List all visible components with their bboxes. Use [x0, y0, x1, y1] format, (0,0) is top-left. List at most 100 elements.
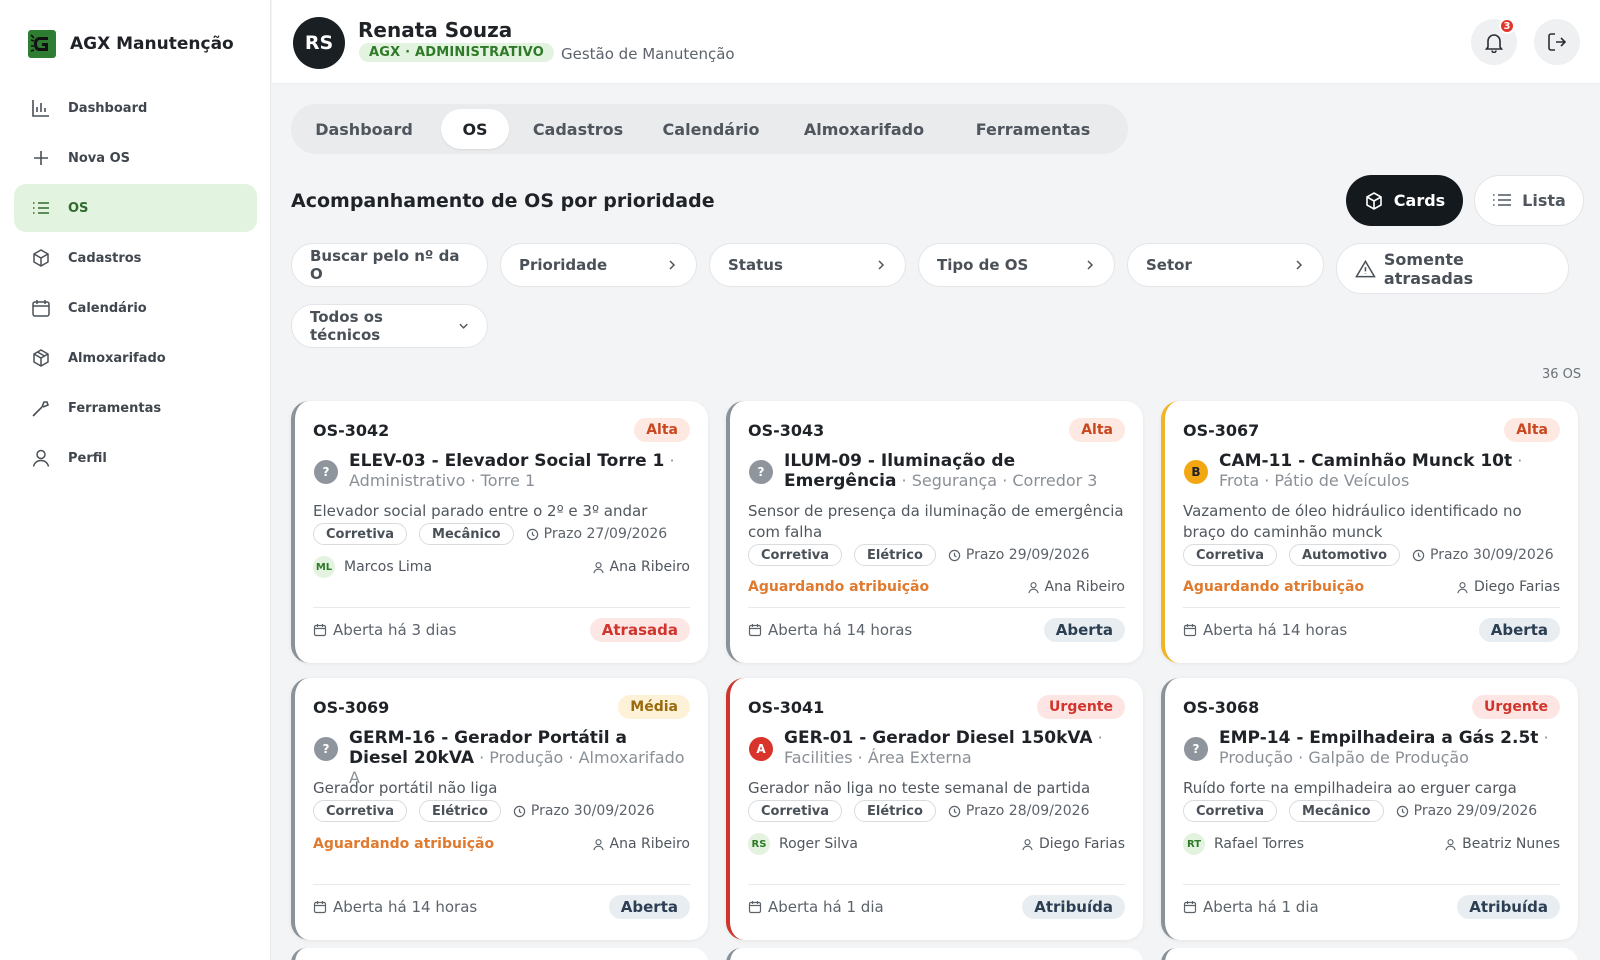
cube-icon — [1365, 191, 1382, 210]
user-icon — [1457, 581, 1468, 593]
deadline: Prazo 30/09/2026 — [513, 803, 655, 819]
main-tabs: Dashboard OS Cadastros Calendário Almoxa… — [291, 104, 1128, 154]
view-list-button[interactable]: Lista — [1474, 175, 1584, 226]
view-cards-button[interactable]: Cards — [1346, 175, 1463, 226]
priority-badge: Urgente — [1037, 695, 1125, 719]
technician-select[interactable]: Todos os técnicos — [291, 304, 488, 348]
technician-name: Marcos Lima — [344, 559, 433, 575]
card-footer: Aberta há 3 dias Atrasada — [313, 617, 690, 643]
clock-icon — [513, 805, 526, 817]
sidebar-item-almoxarifado[interactable]: Almoxarifado — [14, 334, 257, 382]
deadline: Prazo 28/09/2026 — [948, 803, 1090, 819]
equipment-name: GER-01 - Gerador Diesel 150kVA — [784, 728, 1093, 748]
priority-badge: Alta — [1504, 418, 1560, 442]
notifications-button[interactable]: 3 — [1471, 18, 1517, 65]
priority-badge: Alta — [634, 418, 690, 442]
os-card[interactable]: OS-3068 Urgente ? EMP-14 - Empilhadeira … — [1161, 678, 1578, 940]
opened-time: Aberta há 3 dias — [313, 621, 457, 639]
card-footer: Aberta há 14 horas Aberta — [748, 617, 1125, 643]
sidebar-item-nova-os[interactable]: Nova OS — [14, 134, 257, 182]
priority-filter[interactable]: Prioridade — [500, 243, 697, 287]
search-input[interactable]: Buscar pelo nº da O — [291, 243, 488, 287]
os-card[interactable]: OS-3042 Alta ? ELEV-03 - Elevador Social… — [291, 401, 708, 663]
requester-name: Diego Farias — [1038, 836, 1125, 852]
requester-name: Ana Ribeiro — [609, 559, 691, 575]
logout-button[interactable] — [1534, 19, 1580, 65]
os-card-partial[interactable] — [1161, 948, 1578, 960]
sidebar-item-calendario[interactable]: Calendário — [14, 284, 257, 332]
tab-calendario[interactable]: Calendário — [647, 109, 775, 149]
sidebar-item-label: Calendário — [68, 300, 147, 316]
requester: Ana Ribeiro — [1027, 579, 1126, 595]
requester: Ana Ribeiro — [592, 559, 691, 575]
status-badge: Atribuída — [1022, 895, 1125, 919]
card-divider — [1183, 607, 1560, 608]
requester: Diego Farias — [1021, 836, 1125, 852]
card-divider — [313, 607, 690, 608]
equipment-info: ELEV-03 - Elevador Social Torre 1 · Admi… — [349, 451, 675, 490]
sidebar-item-label: Dashboard — [68, 100, 148, 116]
sidebar-item-ferramentas[interactable]: Ferramentas — [14, 384, 257, 432]
avatar[interactable]: RS — [293, 17, 345, 69]
tab-os[interactable]: OS — [441, 109, 509, 149]
sidebar-item-os[interactable]: OS — [14, 184, 257, 232]
wrench-icon — [30, 397, 52, 419]
sidebar-item-label: Perfil — [68, 450, 107, 466]
deadline-text: Prazo 29/09/2026 — [965, 547, 1090, 563]
view-cards-label: Cards — [1393, 191, 1446, 210]
technician-avatar: RT — [1183, 833, 1205, 855]
os-type-chip: Corretiva — [1183, 800, 1278, 822]
technician-avatar: RS — [748, 833, 770, 855]
sidebar-item-dashboard[interactable]: Dashboard — [14, 84, 257, 132]
os-card[interactable]: OS-3043 Alta ? ILUM-09 - Iluminação de E… — [726, 401, 1143, 663]
module-name: Gestão de Manutenção — [561, 45, 735, 63]
specialty-chip: Mecânico — [419, 523, 514, 545]
os-card[interactable]: OS-3069 Média ? GERM-16 - Gerador Portát… — [291, 678, 708, 940]
assignment-row: Aguardando atribuição Ana Ribeiro — [748, 576, 1125, 598]
sidebar-item-cadastros[interactable]: Cadastros — [14, 234, 257, 282]
os-card[interactable]: OS-3041 Urgente A GER-01 - Gerador Diese… — [726, 678, 1143, 940]
view-list-label: Lista — [1522, 191, 1566, 210]
os-card-partial[interactable] — [291, 948, 708, 960]
sector-filter[interactable]: Setor — [1127, 243, 1324, 287]
calendar-icon — [30, 297, 52, 319]
opened-text: Aberta há 14 horas — [333, 898, 478, 916]
type-filter[interactable]: Tipo de OS — [918, 243, 1115, 287]
equipment-name: EMP-14 - Empilhadeira a Gás 2.5t — [1219, 728, 1539, 748]
status-badge: Atribuída — [1457, 895, 1560, 919]
sidebar-item-perfil[interactable]: Perfil — [14, 434, 257, 482]
sidebar-nav: Dashboard Nova OS OS Cadastros Calendári… — [14, 84, 257, 484]
os-card[interactable]: OS-3067 Alta B CAM-11 - Caminhão Munck 1… — [1161, 401, 1578, 663]
deadline-text: Prazo 30/09/2026 — [1430, 547, 1554, 563]
os-count: 36 OS — [1542, 367, 1582, 382]
status-filter[interactable]: Status — [709, 243, 906, 287]
technician-name: Rafael Torres — [1214, 836, 1305, 852]
chevron-down-icon — [459, 323, 468, 329]
deadline: Prazo 30/09/2026 — [1412, 547, 1554, 563]
late-only-toggle[interactable]: Somente atrasadas — [1336, 243, 1569, 294]
tab-almoxarifado[interactable]: Almoxarifado — [788, 109, 940, 149]
requester-name: Ana Ribeiro — [1044, 579, 1126, 595]
tab-dashboard[interactable]: Dashboard — [300, 109, 428, 149]
os-card-partial[interactable] — [726, 948, 1143, 960]
card-footer: Aberta há 14 horas Aberta — [1183, 617, 1560, 643]
sidebar-item-label: Ferramentas — [68, 400, 162, 416]
clock-icon — [1396, 805, 1408, 817]
specialty-chip: Automotivo — [1289, 544, 1401, 566]
deadline-text: Prazo 28/09/2026 — [965, 803, 1090, 819]
logo-icon — [28, 30, 56, 58]
card-footer: Aberta há 1 dia Atribuída — [748, 894, 1125, 920]
equipment-location: Facilities · Área Externa — [784, 748, 972, 767]
equipment-name: CAM-11 - Caminhão Munck 10t — [1219, 451, 1513, 471]
type-filter-label: Tipo de OS — [937, 256, 1029, 274]
tab-ferramentas[interactable]: Ferramentas — [953, 109, 1113, 149]
opened-text: Aberta há 3 dias — [333, 621, 457, 639]
sidebar-item-label: OS — [68, 200, 89, 216]
user-icon — [1027, 581, 1039, 593]
card-footer: Aberta há 14 horas Aberta — [313, 894, 690, 920]
brand[interactable]: AGX Manutenção — [28, 30, 234, 58]
os-description: Ruído forte na empilhadeira ao erguer ca… — [1183, 779, 1517, 797]
specialty-chip: Elétrico — [854, 800, 936, 822]
tab-cadastros[interactable]: Cadastros — [522, 109, 634, 149]
os-number: OS-3068 — [1183, 698, 1260, 717]
